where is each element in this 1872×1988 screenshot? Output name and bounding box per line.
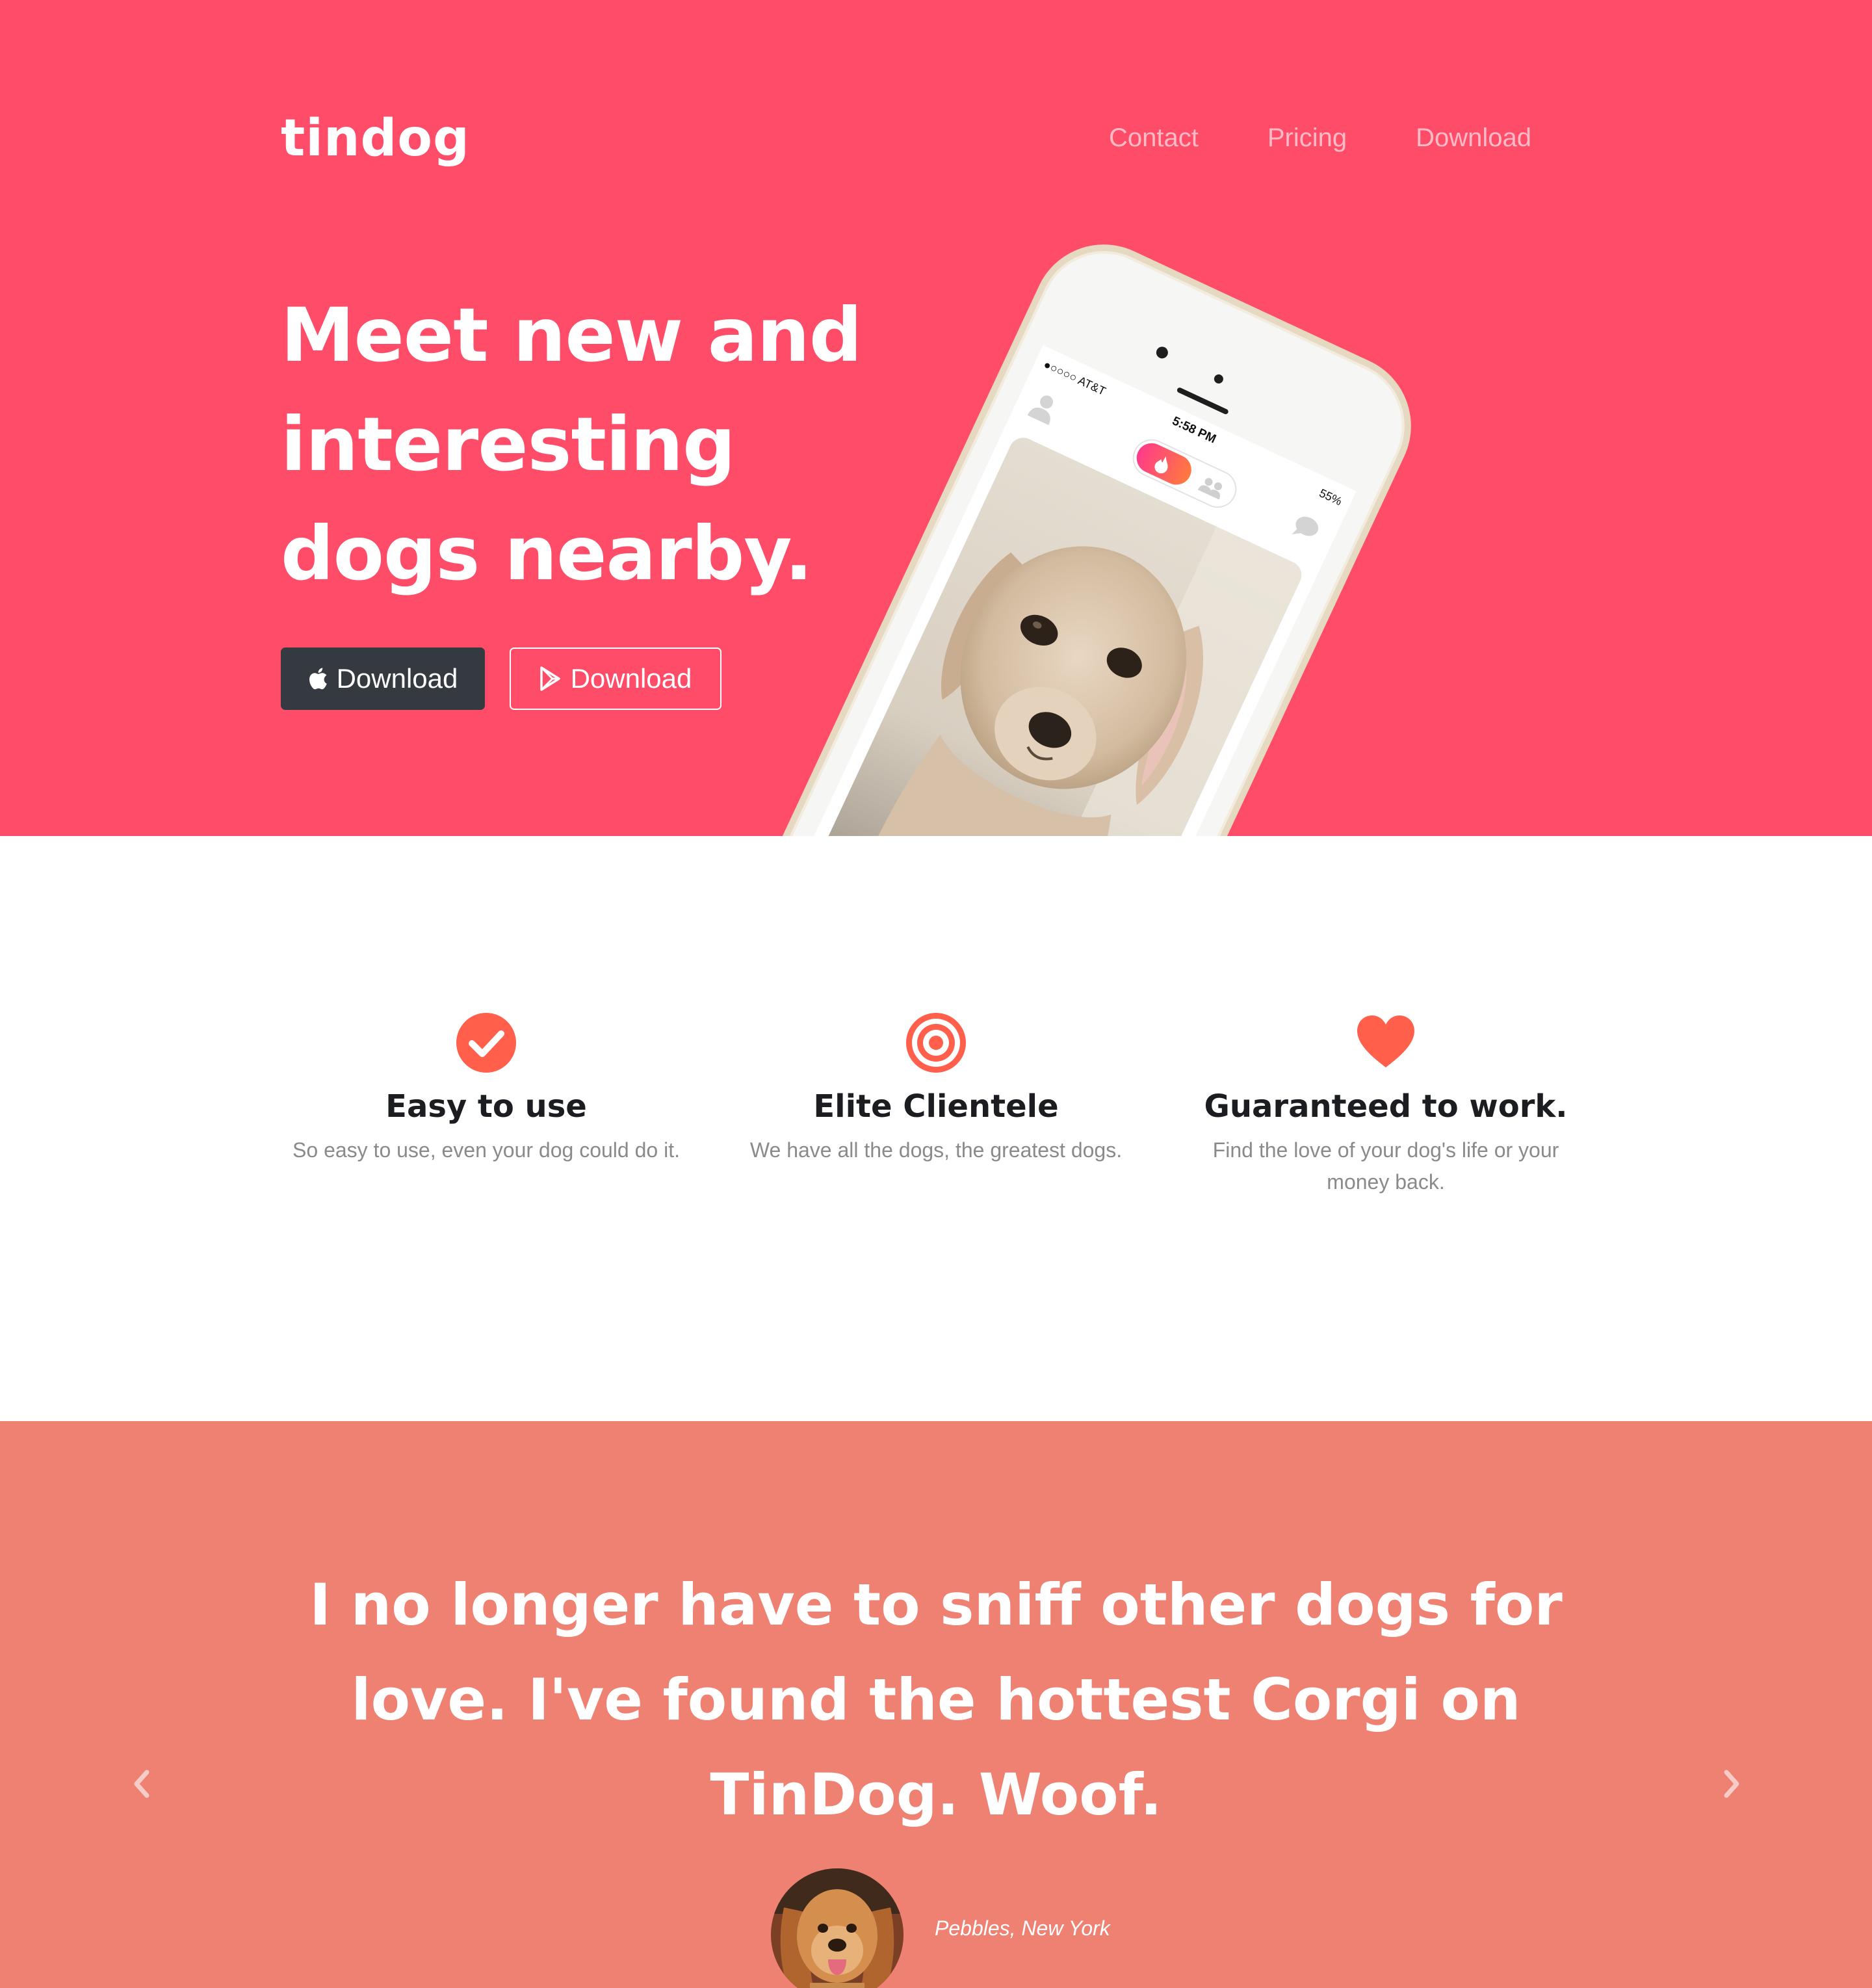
feature-title: Elite Clientele	[813, 1088, 1059, 1125]
feature-title: Guaranteed to work.	[1204, 1088, 1568, 1125]
testimonial-author: Pebbles, New York	[935, 1916, 1110, 1940]
front-sensor	[1212, 373, 1225, 386]
feature-text: We have all the dogs, the greatest dogs.	[749, 1138, 1123, 1162]
feature-box: Easy to use So easy to use, even your do…	[291, 1012, 681, 1166]
profile-icon	[1025, 389, 1062, 428]
carousel-prev-button[interactable]	[122, 1766, 161, 1805]
apple-icon	[308, 667, 328, 690]
feature-title: Easy to use	[385, 1088, 587, 1125]
feature-box: Elite Clientele We have all the dogs, th…	[741, 1012, 1131, 1166]
headline-line: interesting	[281, 401, 736, 488]
headline-line: dogs nearby.	[281, 510, 812, 597]
title-section: tindog Contact Pricing Download Meet new…	[0, 0, 1872, 836]
nav-link-download[interactable]: Download	[1416, 124, 1531, 153]
feature-text: So easy to use, even your dog could do i…	[292, 1138, 680, 1162]
app-store-download-button[interactable]: Download	[281, 647, 485, 710]
chat-icon	[1288, 511, 1325, 549]
heart-icon	[1355, 1012, 1417, 1074]
headline-line: Meet new and	[281, 292, 862, 378]
testimonial-carousel: I no longer have to sniff other dogs for…	[0, 1421, 1872, 1988]
feature-box: Guaranteed to work. Find the love of you…	[1191, 1012, 1581, 1198]
hero-headline: Meet new and interesting dogs nearby.	[281, 281, 918, 608]
nav-link-pricing[interactable]: Pricing	[1268, 124, 1347, 153]
brand-logo[interactable]: tindog	[281, 109, 470, 168]
front-camera	[1154, 345, 1170, 361]
group-icon	[1195, 473, 1228, 503]
top-nav: Contact Pricing Download	[1109, 124, 1531, 153]
testimonial-quote: I no longer have to sniff other dogs for…	[309, 1571, 1563, 1828]
check-circle-icon	[455, 1012, 517, 1074]
testimonial-avatar	[771, 1868, 904, 1988]
download-label: Download	[336, 663, 458, 694]
nav-link-contact[interactable]: Contact	[1109, 124, 1199, 153]
chevron-right-icon	[1722, 1770, 1741, 1801]
bullseye-icon	[905, 1012, 967, 1074]
chevron-left-icon	[133, 1770, 151, 1801]
google-play-icon	[540, 666, 562, 691]
feature-text: Find the love of your dog's life or your…	[1212, 1138, 1559, 1194]
download-label: Download	[570, 663, 692, 694]
carousel-next-button[interactable]	[1712, 1766, 1751, 1805]
google-play-download-button[interactable]: Download	[510, 647, 722, 710]
features-section: Easy to use So easy to use, even your do…	[0, 836, 1872, 1421]
